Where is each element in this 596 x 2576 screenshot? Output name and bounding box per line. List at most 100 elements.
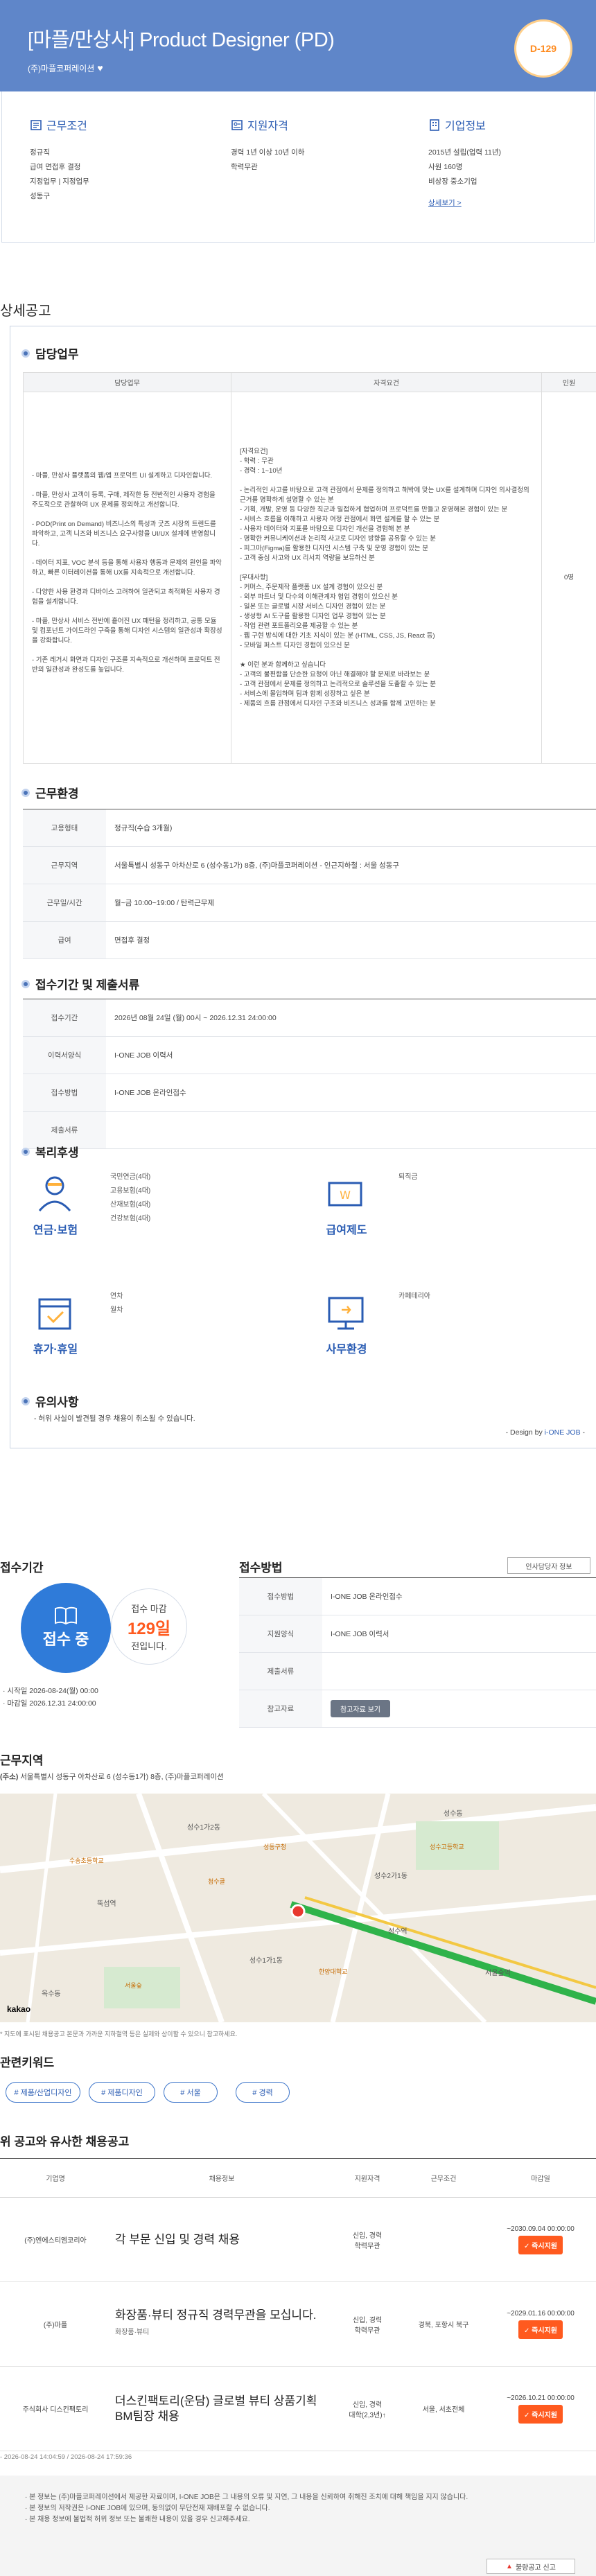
conditions-table: 고용형태 정규직(수습 3개월) 근무지역 서울특별시 성동구 아차산로 6 (성수… [23, 809, 596, 959]
design-credit-prefix: - Design by [505, 1428, 545, 1437]
text-line: - 다양한 사용 환경과 디바이스 고려하여 일관되고 최적화된 사용자 경험을… [32, 588, 220, 606]
similar-col-header: 기업명 [0, 2158, 111, 2198]
similar-job-title[interactable]: 각 부문 신입 및 경력 채용 [111, 2197, 333, 2282]
text-line [240, 651, 533, 660]
kv-key: 접수방법 [23, 1074, 106, 1112]
table-row[interactable]: (주)마플 화장품·뷰티 정규직 경력무관을 모십니다. 화장품·뷰티 신입, 경… [0, 2281, 596, 2367]
book-icon [55, 1606, 77, 1624]
building-icon [430, 119, 439, 131]
similar-col-header: 채용정보 [111, 2158, 333, 2198]
text-line: - 데이터 지표, VOC 분석 등을 통해 사용자 행동과 문제의 원인을 파… [32, 559, 222, 577]
keyword-tag[interactable]: # 제품디자인 [89, 2082, 155, 2103]
summary-line: 사원 160명 [428, 163, 463, 171]
text-line: [우대사항] [240, 573, 268, 581]
welfare-label: 연금·보험 [33, 1225, 78, 1236]
text-line: - 웹 구현 방식에 대한 기초 지식이 있는 분 (HTML, CSS, JS… [240, 631, 435, 640]
table-row[interactable]: 주식회사 디스킨팩토리 더스킨팩토리(운담) 글로벌 뷰티 상품기획 BM팀장 … [0, 2366, 596, 2451]
similar-job-title[interactable]: 더스킨팩토리(운담) 글로벌 뷰티 상품기획 BM팀장 채용 [111, 2366, 333, 2451]
design-credit-suffix: - [580, 1428, 585, 1437]
bullet-dot [21, 979, 30, 988]
kv-value: I-ONE JOB 이력서 [106, 1036, 596, 1074]
text-line: - 기존 레거시 화면과 디자인 구조를 지속적으로 개선하며 프로덕트 전반의… [32, 656, 220, 674]
text-line: - 고객의 불편함을 단순한 요청이 아닌 해결해야 할 문제로 바라보는 분 [240, 670, 430, 678]
similar-col-header: 마감일 [485, 2158, 596, 2198]
heart-icon[interactable]: ♥ [97, 62, 103, 73]
keyword-tag[interactable]: # 경력 [236, 2082, 290, 2103]
kv-value: 면접후 결정 [106, 921, 596, 959]
text-line: - 기획, 개발, 운영 등 다양한 직군과 밀접하게 협업하며 프로덕트를 만… [240, 505, 508, 514]
duty-cell: - 마플, 만상사 플랫폼의 웹/앱 프로덕트 UI 설계하고 디자인합니다. -… [23, 392, 231, 764]
address-text: 서울특별시 성동구 아차산로 6 (성수동1가) 8층, (주)마플코퍼레이션 [20, 1773, 224, 1781]
kv-value: 서울특별시 성동구 아차산로 6 (성수동1가) 8층, (주)마플코퍼레이션 … [106, 846, 596, 884]
similar-job-title-text[interactable]: 각 부문 신입 및 경력 채용 [115, 2233, 240, 2246]
remaining-tail: 전입니다. [131, 1640, 167, 1651]
summary-qualification: 지원자격 경력 1년 이상 10년 이하 학력무관 [231, 116, 304, 175]
keyword-tag[interactable]: # 제품/산업디자인 [6, 2082, 80, 2103]
company-name[interactable]: (주)마플코퍼레이션 ♥ [28, 62, 103, 74]
similar-company[interactable]: (주)마플 [0, 2281, 111, 2367]
welfare-group: 휴가·휴일 연차월차 [17, 1290, 295, 1408]
text-line: - 모바일 퍼스트 디자인 경험이 있으신 분 [240, 641, 350, 649]
report-button-label: 불량공고 신고 [515, 2564, 556, 2572]
similar-company[interactable]: 주식회사 디스킨팩토리 [0, 2366, 111, 2451]
period-table: 접수기간 2026년 08월 24일 (월) 00시 ~ 2026.12.31 2… [23, 999, 596, 1149]
kv-value [106, 1111, 596, 1149]
welfare-group: W 급여제도 퇴직금 [308, 1171, 586, 1288]
similar-job-title-text[interactable]: 더스킨팩토리(운담) 글로벌 뷰티 상품기획 BM팀장 채용 [115, 2394, 317, 2423]
duty-heading-text: 담당업무 [35, 348, 79, 361]
welfare-items: 카페테리아 [398, 1290, 502, 1304]
map-label: 성수역 [388, 1928, 407, 1936]
company-detail-link[interactable]: 상세보기 > [428, 199, 462, 207]
kv-key: 참고자료 [239, 1690, 322, 1728]
map-brand-logo: kakao [7, 2004, 31, 2014]
text-line: - 피그마(Figma)를 활용한 디자인 시스템 구축 및 운영 경험이 있는… [240, 544, 429, 552]
kv-key: 급여 [23, 921, 106, 959]
similar-title: 위 공고와 유사한 채용공고 [0, 2135, 130, 2148]
apply-now-button[interactable]: ✓ 즉시지원 [518, 2235, 563, 2254]
design-credit-link[interactable]: i-ONE JOB [545, 1428, 581, 1437]
map-poi: 성수고등학교 [430, 1843, 464, 1850]
hr-info-button[interactable]: 인사담당자 정보 [507, 1557, 590, 1574]
table-row[interactable]: (주)엔에스티엠코리아 각 부문 신입 및 경력 채용 신입, 경력 학력무관 … [0, 2197, 596, 2282]
summary-company-title: 기업정보 [445, 121, 486, 132]
location-address: (주소) 서울특별시 성동구 아차산로 6 (성수동1가) 8층, (주)마플코… [0, 1771, 224, 1782]
footer-line: 본 정보의 저작권은 I-ONE JOB에 있으며, 동의없이 무단전재 재배포… [25, 2503, 468, 2514]
similar-job-title-text[interactable]: 화장품·뷰티 정규직 경력무관을 모십니다. [115, 2308, 316, 2322]
welfare-items: 국민연금(4대) 고용보험(4대) 산재보험(4대) 건강보험(4대) [110, 1171, 295, 1226]
salary-icon: W [328, 1182, 362, 1207]
kv-key: 접수기간 [23, 999, 106, 1037]
keywords-title: 관련키워드 [0, 2056, 55, 2069]
welfare-items: 연차월차 [110, 1290, 295, 1317]
company-name-text: (주)마플코퍼레이션 [28, 64, 95, 73]
map-graphic [0, 1794, 596, 2022]
summary-line: 경력 1년 이상 10년 이하 [231, 148, 305, 157]
keyword-tag[interactable]: # 서울 [164, 2082, 218, 2103]
job-posting-page: [마플/만상사] Product Designer (PD) (주)마플코퍼레이… [0, 0, 596, 2576]
welfare-item: 연차 [110, 1293, 123, 1300]
footer-notice: 본 정보는 (주)마플코퍼레이션에서 제공한 자료이며, I-ONE JOB은 … [0, 2476, 596, 2576]
posting-header: [마플/만상사] Product Designer (PD) (주)마플코퍼레이… [0, 0, 596, 91]
footer-line: 본 채용 정보에 불법적 허위 정보 또는 불쾌한 내용이 있을 경우 신고해주… [25, 2514, 468, 2525]
similar-job-title[interactable]: 화장품·뷰티 정규직 경력무관을 모십니다. 화장품·뷰티 [111, 2281, 333, 2367]
kv-key: 이력서양식 [23, 1036, 106, 1074]
welfare-item: 산재보험(4대) [110, 1201, 151, 1209]
kv-key: 근무일/시간 [23, 884, 106, 922]
welfare-items: 퇴직금 [398, 1171, 502, 1184]
location-map[interactable]: 성수1가2동 성수동 성수1가1동 뚝섬역 성수역 서울숲역 옥수동 성수2가1… [0, 1794, 596, 2022]
kv-value: I-ONE JOB 온라인접수 [322, 1577, 596, 1615]
posting-dates: - 2026-08-24 14:04:59 / 2026-08-24 17:59… [0, 2453, 132, 2461]
similar-col-header: 근무조건 [402, 2158, 485, 2198]
bullet-dot [21, 349, 30, 358]
apply-now-button[interactable]: ✓ 즉시지원 [518, 2320, 563, 2339]
map-label: 성수2가1동 [374, 1873, 407, 1880]
text-line: - 마플, 만상사 고객이 등록, 구매, 제작한 등 전반적인 사용자 경험을… [32, 491, 216, 509]
similar-due: ~2030.09.04 00:00:00 ✓ 즉시지원 [485, 2197, 596, 2282]
text-line: - POD(Print on Demand) 비즈니스의 특성과 굿즈 시장의 … [32, 520, 216, 547]
reference-button[interactable]: 참고자료 보기 [331, 1700, 390, 1717]
apply-method-title: 접수방법 [239, 1561, 283, 1575]
similar-company[interactable]: (주)엔에스티엠코리아 [0, 2197, 111, 2282]
apply-now-button[interactable]: ✓ 즉시지원 [518, 2404, 563, 2424]
period-heading-text: 접수기간 및 제출서류 [35, 979, 140, 992]
report-button[interactable]: ▲ 불량공고 신고 [487, 2559, 575, 2574]
map-label: 서울숲역 [485, 1970, 511, 1977]
